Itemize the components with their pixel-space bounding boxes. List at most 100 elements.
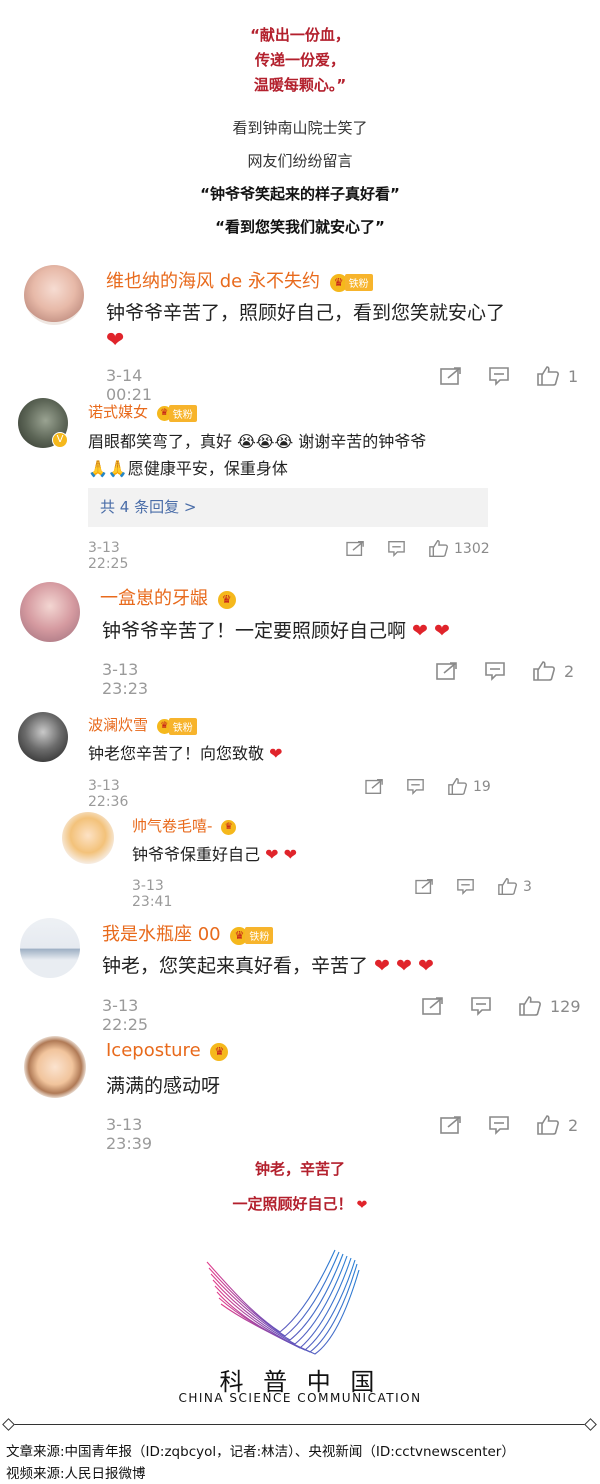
like-icon[interactable] [536,1114,560,1136]
username-text: Iceposture [106,1040,201,1061]
heart-icon: ❤ [356,1198,368,1213]
timestamp: 3-13 22:25 [88,540,129,572]
like-icon[interactable] [497,877,518,896]
crown-icon: ♛ [221,819,237,835]
comment-icon[interactable] [406,778,425,795]
share-icon[interactable] [440,1115,462,1135]
username[interactable]: Iceposture ♛ [106,1040,229,1062]
comment-text-line-2: 🙏🙏愿健康平安，保重身体 [88,459,288,478]
comment-text: 钟老您辛苦了！向您致敬 ❤ [88,744,283,763]
comment-icon[interactable] [488,366,510,386]
outro-line-2: 一定照顾好自己！ ❤ [0,1193,600,1214]
timestamp: 3-13 22:25 [102,996,149,1034]
share-icon[interactable] [415,878,434,895]
divider-line [8,1424,590,1425]
like-count: 2 [564,661,575,681]
username[interactable]: 维也纳的海风 de 永不失约 ♛ 铁粉 [106,267,373,293]
comment-icon[interactable] [488,1115,510,1135]
like-icon[interactable] [536,365,560,387]
comment-text: 钟爷爷保重好自己 ❤ ❤ [132,845,297,864]
crown-icon: ♛ [210,1042,229,1061]
fan-badge: ♛ 铁粉 [329,272,373,293]
comment-actions: 2 [436,660,574,682]
avatar[interactable] [62,812,114,864]
username-text: 我是水瓶座 00 [102,924,221,945]
comment-icon[interactable] [387,540,406,557]
article-source: 文章来源:中国青年报（ID:zqbcyol，记者:林洁）、央视新闻（ID:cct… [6,1444,515,1460]
comment-actions: 1 [440,365,578,387]
comment-text: 钟老，您笑起来真好看，辛苦了 ❤ ❤ ❤ [102,955,434,977]
timestamp: 3-13 23:23 [102,660,149,698]
timestamp: 3-13 23:41 [132,878,173,910]
fan-badge: ♛ 铁粉 [230,925,274,946]
fan-badge: ♛ [217,589,236,610]
avatar[interactable] [24,1036,86,1098]
username-text: 维也纳的海风 de 永不失约 [106,271,320,292]
comment-text: 钟爷爷辛苦了，照顾好自己，看到您笑就安心了 [106,302,506,324]
comment-text-span: 钟爷爷辛苦了！一定要照顾好自己啊 ❤ ❤ [102,620,450,642]
comment-text: 满满的感动呀 [106,1075,221,1097]
intro-quote-2: “看到您笑我们就安心了” [215,218,385,236]
share-icon[interactable] [422,996,444,1016]
comment-actions: 19 [365,777,491,796]
fan-badge: ♛ 铁粉 [156,404,197,422]
comment-actions: 1302 [346,539,490,558]
username[interactable]: 诺式媒女 ♛ 铁粉 [88,401,197,422]
username-text: 波澜炊雪 [88,716,149,734]
fan-badge: ♛ [221,818,237,836]
outro-line-2-text: 一定照顾好自己！ [232,1195,353,1213]
timestamp: 3-14 00:21 [106,366,153,404]
share-icon[interactable] [346,540,365,557]
intro-red-line-3: 温暖每颗心。” [253,76,347,94]
video-source: 视频来源:人民日报微博 [6,1466,146,1482]
like-count: 2 [568,1115,579,1135]
comment-actions: 3 [415,877,532,896]
comment-text: 眉眼都笑弯了，真好 😭😭😭 谢谢辛苦的钟爷爷 [88,432,427,451]
timestamp: 3-13 23:39 [106,1115,153,1153]
username-text: 一盒崽的牙龈 [100,588,208,609]
avatar[interactable] [20,918,80,978]
outro-line-1: 钟老，辛苦了 [254,1160,345,1178]
comment-icon[interactable] [484,661,506,681]
like-icon[interactable] [428,539,449,558]
divider-diamond-right [584,1418,597,1431]
share-icon[interactable] [365,778,384,795]
share-icon[interactable] [440,366,462,386]
like-icon[interactable] [518,995,542,1017]
comment-text: 钟爷爷辛苦了！一定要照顾好自己啊 ❤ ❤ [102,616,450,643]
avatar[interactable] [20,582,80,642]
comment-actions: 129 [422,995,581,1017]
comment-icon[interactable] [456,878,475,895]
like-count: 19 [473,778,491,795]
username[interactable]: 帅气卷毛嘻- ♛ [132,815,237,836]
view-replies-button[interactable]: 共 4 条回复 > [88,488,488,527]
share-icon[interactable] [436,661,458,681]
logo-text-en: CHINA SCIENCE COMMUNICATION [178,1391,422,1405]
intro-red-line-2: 传递一份爱， [254,51,345,69]
avatar[interactable] [24,265,84,325]
comment-icon[interactable] [470,996,492,1016]
like-icon[interactable] [532,660,556,682]
username[interactable]: 波澜炊雪 ♛ 铁粉 [88,714,197,735]
username-text: 帅气卷毛嘻- [132,817,213,835]
intro-line-1: 看到钟南山院士笑了 [232,119,368,137]
like-count: 129 [550,996,581,1016]
science-communication-logo [206,1249,360,1355]
verified-icon: V [52,432,68,448]
username[interactable]: 我是水瓶座 00 ♛ 铁粉 [102,920,274,946]
username-text: 诺式媒女 [88,403,149,421]
fan-badge: ♛ [210,1041,229,1062]
username[interactable]: 一盒崽的牙龈 ♛ [100,584,236,610]
like-count: 1302 [454,540,490,557]
intro-quote-1: “钟爷爷笑起来的样子真好看” [200,185,400,203]
crown-icon: ♛ [217,590,236,609]
avatar[interactable] [18,712,68,762]
heart-icon: ❤ [106,328,125,353]
timestamp: 3-13 22:36 [88,778,129,810]
like-icon[interactable] [447,777,468,796]
like-count: 1 [568,366,579,386]
intro-line-2: 网友们纷纷留言 [247,152,353,170]
divider-diamond-left [2,1418,15,1431]
intro-red-line-1: “献出一份血， [250,26,350,44]
comment-actions: 2 [440,1114,578,1136]
